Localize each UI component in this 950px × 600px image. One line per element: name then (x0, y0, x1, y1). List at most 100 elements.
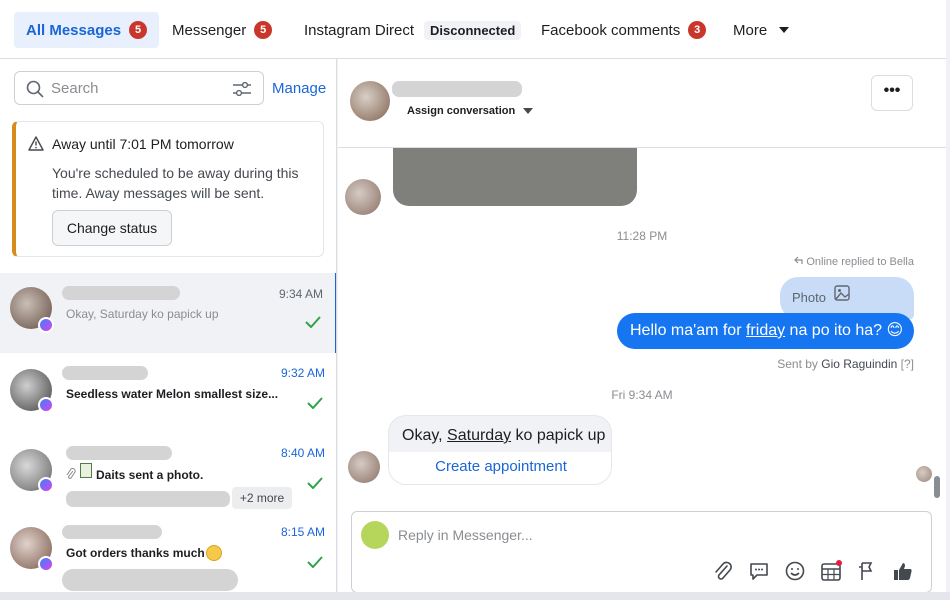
window-bottom-edge (0, 592, 950, 600)
tab-instagram-direct[interactable]: Instagram Direct Disconnected (292, 12, 533, 48)
sent-by-prefix: Sent by (777, 357, 822, 371)
attachment-icon[interactable] (712, 560, 734, 582)
chevron-down-icon (779, 27, 790, 33)
conversation-preview: Daits sent a photo. (96, 468, 204, 482)
conversation-time: 9:34 AM (278, 287, 323, 301)
conversation-header: Assign conversation ••• (338, 59, 946, 148)
redacted-text (62, 569, 238, 591)
assign-conversation-dropdown[interactable]: Assign conversation (407, 105, 534, 117)
tab-label: Facebook comments (541, 21, 681, 39)
message-text-row: Okay, Saturday ko papick up (402, 427, 605, 445)
message-text: na po ito ha? 😊 (785, 322, 904, 339)
reply-indicator-text: Online replied to Bella (806, 256, 914, 268)
unread-badge: 5 (129, 21, 148, 39)
scrollbar[interactable] (934, 476, 940, 498)
search-placeholder: Search (51, 80, 99, 97)
change-status-button[interactable]: Change status (52, 210, 172, 246)
tab-label: All Messages (26, 21, 122, 39)
conversation-item[interactable]: 9:32 AM Seedless water Melon smallest si… (0, 353, 336, 433)
tab-all-messages[interactable]: All Messages 5 (14, 12, 160, 48)
page-avatar (361, 521, 389, 549)
emoji-icon[interactable] (784, 560, 806, 582)
tab-label: Instagram Direct (304, 21, 415, 39)
smiley-emoji-icon (206, 545, 222, 561)
message-timestamp: 11:28 PM (616, 229, 668, 243)
reply-arrow-icon (794, 256, 803, 268)
tab-more[interactable]: More (721, 12, 801, 48)
conversation-item[interactable]: 9:34 AM Okay, Saturday ko papick up (0, 273, 336, 353)
redacted-name (62, 525, 162, 539)
flag-icon[interactable] (856, 560, 878, 582)
message-text: ko papick up (511, 427, 606, 444)
redacted-name (62, 366, 148, 380)
assign-label: Assign conversation (407, 105, 516, 117)
check-icon (305, 315, 321, 333)
manage-link[interactable]: Manage (272, 80, 326, 97)
conversation-time: 8:40 AM (280, 446, 325, 460)
search-icon (26, 80, 44, 103)
filter-icon[interactable] (233, 81, 251, 101)
more-tags-chip[interactable]: +2 more (232, 487, 292, 509)
thumbs-up-icon[interactable] (892, 560, 914, 582)
message-timestamp: Fri 9:34 AM (611, 388, 673, 402)
conversation-list-panel: Search Manage Away until 7:01 PM tomorro… (0, 59, 337, 600)
search-input[interactable]: Search (14, 71, 264, 105)
incoming-message[interactable]: Okay, Saturday ko papick up Create appoi… (388, 415, 612, 485)
saved-replies-icon[interactable] (748, 560, 770, 582)
warning-icon (28, 136, 44, 156)
messenger-icon (38, 477, 54, 493)
image-file-icon (80, 463, 92, 478)
unread-badge: 5 (254, 21, 273, 39)
tab-messenger[interactable]: Messenger 5 (160, 12, 284, 48)
tab-label: More (733, 21, 768, 39)
tab-facebook-comments[interactable]: Facebook comments 3 (529, 12, 718, 48)
reply-composer[interactable]: Reply in Messenger... (351, 511, 932, 593)
avatar (350, 81, 390, 121)
outgoing-message[interactable]: Hello ma'am for friday na po ito ha? 😊 (617, 313, 914, 349)
messenger-icon (38, 397, 54, 413)
seen-avatar (916, 466, 932, 482)
status-badge: Disconnected (424, 20, 522, 40)
redacted-name (392, 81, 522, 97)
message-text: Hello ma'am for (630, 322, 746, 339)
messenger-icon (38, 317, 54, 333)
help-link[interactable]: [?] (897, 357, 914, 371)
appointment-calendar-icon[interactable] (820, 560, 842, 582)
conversation-item[interactable]: 8:15 AM Got orders thanks much (0, 513, 336, 600)
conversation-preview: Seedless water Melon smallest size... (66, 387, 279, 401)
attachment-icon (66, 467, 76, 485)
image-icon (834, 285, 850, 306)
away-title: Away until 7:01 PM tomorrow (52, 136, 234, 152)
check-icon (307, 555, 323, 573)
away-message: You're scheduled to be away during this … (52, 165, 299, 201)
sent-by-label: Sent by Gio Raguindin [?] (777, 357, 914, 371)
channel-tabs: All Messages 5 Messenger 5 Instagram Dir… (0, 0, 946, 59)
check-icon (307, 476, 323, 494)
redacted-text (66, 491, 230, 507)
create-appointment-button[interactable]: Create appointment (389, 452, 611, 484)
conversation-preview: Got orders thanks much (66, 546, 205, 560)
conversation-preview: Okay, Saturday ko papick up (66, 307, 219, 321)
date-link[interactable]: Saturday (447, 427, 511, 444)
image-message[interactable] (393, 148, 637, 206)
messenger-icon (38, 556, 54, 572)
away-status-card: Away until 7:01 PM tomorrow You're sched… (12, 121, 324, 257)
unread-badge: 3 (688, 21, 707, 39)
tab-label: Messenger (172, 21, 247, 39)
reply-input[interactable]: Reply in Messenger... (398, 527, 533, 543)
conversation-time: 8:15 AM (280, 525, 325, 539)
more-options-button[interactable]: ••• (871, 75, 913, 111)
photo-label: Photo (792, 290, 826, 305)
avatar (345, 179, 381, 215)
sender-name: Gio Raguindin (821, 357, 898, 371)
reply-indicator: Online replied to Bella (794, 256, 914, 268)
redacted-name (66, 446, 172, 460)
avatar (348, 451, 380, 483)
conversation-panel: Assign conversation ••• 11:28 PM Online … (338, 59, 946, 600)
chevron-down-icon (523, 108, 534, 114)
message-text: Okay, (402, 427, 448, 444)
date-link[interactable]: friday (746, 322, 785, 339)
conversation-item[interactable]: 8:40 AM Daits sent a photo. +2 more (0, 433, 336, 513)
check-icon (307, 396, 323, 414)
conversation-time: 9:32 AM (280, 366, 325, 380)
